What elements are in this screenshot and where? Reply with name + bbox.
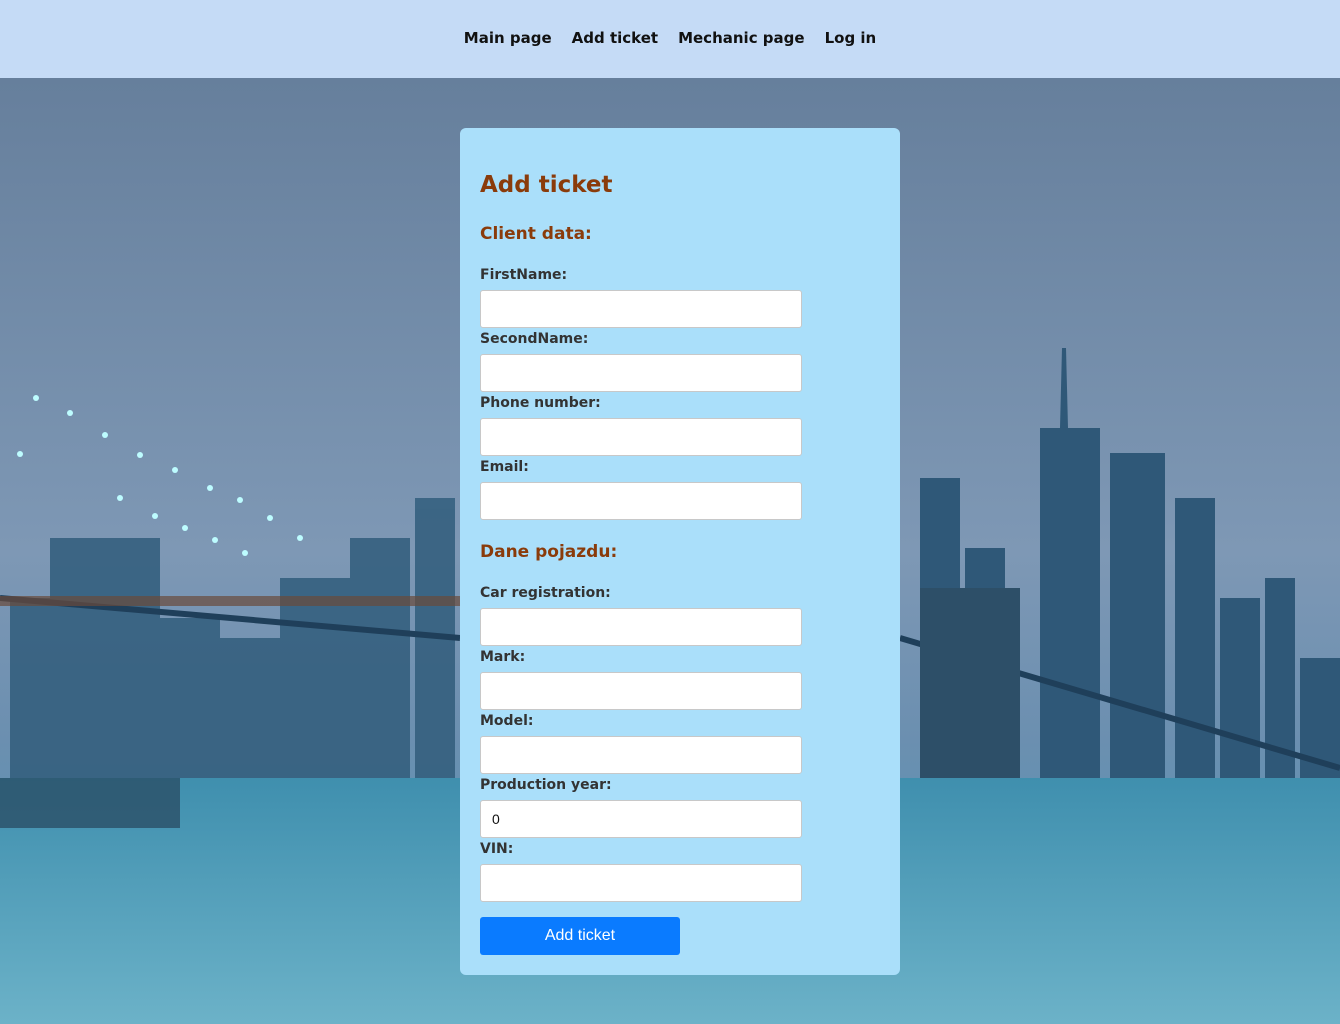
add-ticket-form-card: Add ticket Client data: FirstName: Secon… — [460, 128, 900, 975]
production-year-input[interactable] — [480, 800, 802, 838]
car-registration-input[interactable] — [480, 608, 802, 646]
nav-link-mechanic-page[interactable]: Mechanic page — [678, 29, 805, 47]
phone-number-input[interactable] — [480, 418, 802, 456]
second-name-label: SecondName: — [480, 331, 589, 347]
vin-input[interactable] — [480, 864, 802, 902]
production-year-label: Production year: — [480, 777, 612, 793]
top-navbar: Main page Add ticket Mechanic page Log i… — [0, 0, 1340, 78]
vin-label: VIN: — [480, 841, 514, 857]
vehicle-data-heading: Dane pojazdu: — [480, 542, 618, 562]
first-name-input[interactable] — [480, 290, 802, 328]
model-label: Model: — [480, 713, 534, 729]
nav-link-main-page[interactable]: Main page — [464, 29, 552, 47]
first-name-label: FirstName: — [480, 267, 568, 283]
phone-number-label: Phone number: — [480, 395, 601, 411]
mark-input[interactable] — [480, 672, 802, 710]
car-registration-label: Car registration: — [480, 585, 611, 601]
second-name-input[interactable] — [480, 354, 802, 392]
nav-link-add-ticket[interactable]: Add ticket — [572, 29, 658, 47]
add-ticket-button[interactable]: Add ticket — [480, 917, 680, 955]
form-title: Add ticket — [480, 172, 613, 198]
model-input[interactable] — [480, 736, 802, 774]
client-data-heading: Client data: — [480, 224, 592, 244]
mark-label: Mark: — [480, 649, 526, 665]
nav-link-log-in[interactable]: Log in — [825, 29, 877, 47]
email-label: Email: — [480, 459, 529, 475]
email-input[interactable] — [480, 482, 802, 520]
